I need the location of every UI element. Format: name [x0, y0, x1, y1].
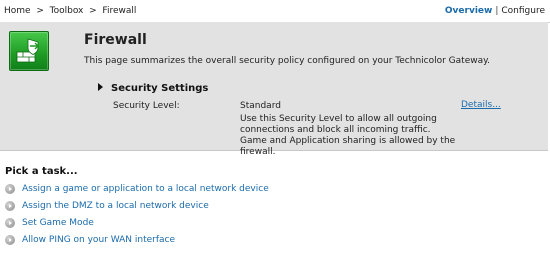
arrow-bullet-icon — [5, 218, 15, 228]
security-settings-title: Security Settings — [111, 83, 209, 94]
summary-panel: Firewall This page summarizes the overal… — [0, 22, 548, 157]
breadcrumb-separator: > — [36, 6, 44, 16]
expand-triangle-icon[interactable] — [98, 83, 103, 91]
firewall-shield-icon — [9, 31, 49, 71]
overview-link[interactable]: Overview — [445, 6, 492, 16]
view-switch: Overview | Configure — [445, 6, 545, 16]
task-set-game-mode[interactable]: Set Game Mode — [5, 217, 94, 229]
breadcrumb: Home > Toolbox > Firewall — [4, 6, 136, 16]
view-separator: | — [495, 6, 499, 16]
firewall-glyph-icon — [16, 38, 39, 63]
breadcrumb-separator: > — [89, 6, 97, 16]
task-assign-dmz[interactable]: Assign the DMZ to a local network device — [5, 200, 209, 212]
arrow-bullet-icon — [5, 184, 15, 194]
security-level-label: Security Level: — [113, 101, 180, 111]
pick-task-heading: Pick a task... — [5, 166, 78, 177]
task-allow-ping[interactable]: Allow PING on your WAN interface — [5, 234, 175, 246]
page-title: Firewall — [84, 32, 147, 48]
security-settings-heading[interactable]: Security Settings — [98, 83, 208, 94]
top-bar: Home > Toolbox > Firewall Overview | Confi… — [0, 0, 550, 24]
arrow-bullet-icon — [5, 235, 15, 245]
breadcrumb-firewall: Firewall — [102, 6, 137, 16]
task-label[interactable]: Assign the DMZ to a local network device — [22, 201, 209, 211]
details-link[interactable]: Details... — [461, 100, 501, 110]
task-label[interactable]: Allow PING on your WAN interface — [22, 235, 175, 245]
task-assign-game[interactable]: Assign a game or application to a local … — [5, 183, 269, 195]
page-description: This page summarizes the overall securit… — [84, 56, 491, 66]
arrow-bullet-icon — [5, 201, 15, 211]
task-label[interactable]: Set Game Mode — [22, 218, 94, 228]
security-level-description: Use this Security Level to allow all out… — [240, 114, 456, 157]
breadcrumb-home[interactable]: Home — [4, 6, 31, 16]
task-label[interactable]: Assign a game or application to a local … — [22, 184, 269, 194]
configure-link[interactable]: Configure — [501, 6, 545, 16]
breadcrumb-toolbox[interactable]: Toolbox — [50, 6, 84, 16]
security-level-value: Standard — [240, 101, 281, 111]
